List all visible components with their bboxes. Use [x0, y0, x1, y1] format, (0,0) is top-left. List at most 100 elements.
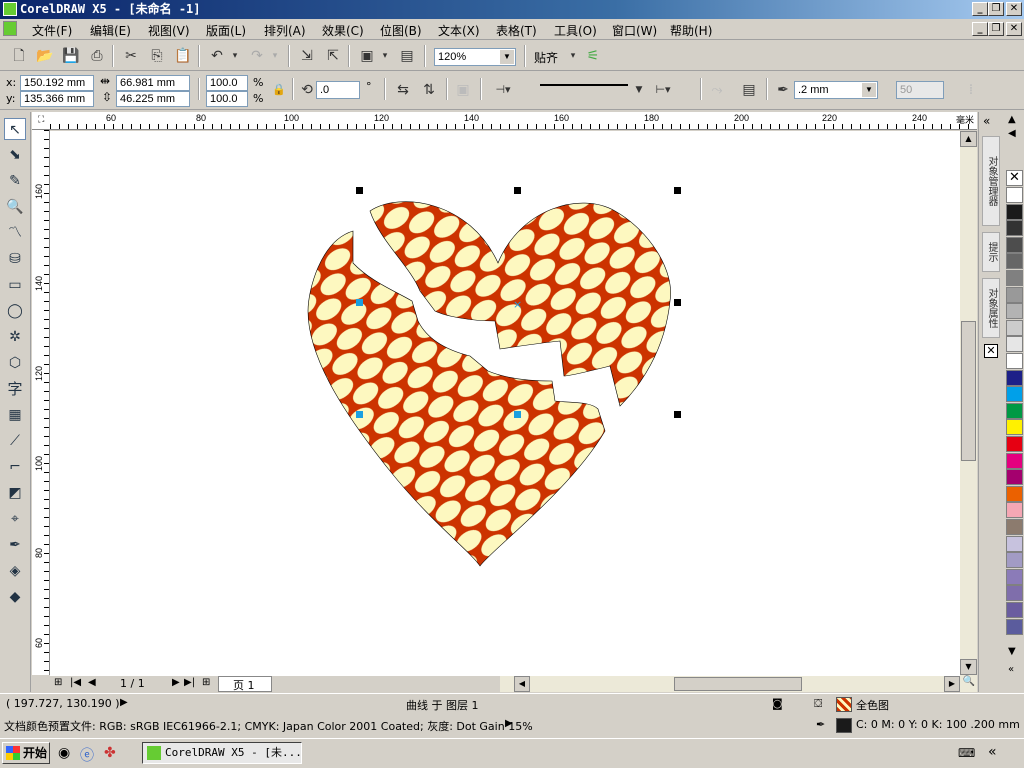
chevron-down-icon[interactable]: ▼ [862, 83, 876, 97]
no-color-swatch[interactable]: ✕ [1006, 170, 1023, 186]
color-swatch[interactable] [1006, 485, 1023, 502]
dimension-tool-icon[interactable]: ⟋ [4, 430, 26, 452]
vertical-scrollbar[interactable]: ▲ ▼ [960, 131, 977, 676]
basic-shapes-tool-icon[interactable]: ⬡ [4, 352, 26, 374]
close-button[interactable]: ✕ [1006, 2, 1022, 16]
vertical-ruler[interactable]: 160 140 120 100 80 60 [32, 130, 50, 675]
rectangle-tool-icon[interactable]: ▭ [4, 274, 26, 296]
drawing-canvas[interactable]: × [50, 131, 961, 676]
last-page-icon[interactable]: ▶| [184, 677, 195, 688]
width-field[interactable]: 66.981 mm [116, 75, 190, 91]
snap-label[interactable]: 贴齐 [534, 49, 558, 66]
freehand-tool-icon[interactable]: 〽 [4, 222, 26, 244]
minimize-button[interactable]: _ [972, 2, 988, 16]
node-handle[interactable] [514, 411, 521, 418]
menu-text[interactable]: 文本(X) [438, 22, 480, 39]
palette-expand-icon[interactable]: « [1008, 664, 1014, 675]
start-arrow-select-icon[interactable]: ⊣▾ [494, 81, 512, 99]
lock-ratio-icon[interactable]: 🔒 [270, 81, 288, 99]
scroll-right-icon[interactable]: ▶ [944, 676, 960, 692]
color-swatch[interactable] [1006, 535, 1023, 552]
profile-arrow-icon[interactable]: ▶ [505, 718, 513, 729]
eyedropper-tool-icon[interactable]: ⌖ [4, 508, 26, 530]
node-handle[interactable] [356, 411, 363, 418]
scale-width-field[interactable]: 100.0 [206, 75, 248, 91]
outline-tool-icon[interactable]: ✒ [4, 534, 26, 556]
table-tool-icon[interactable]: ▦ [4, 404, 26, 426]
menu-help[interactable]: 帮助(H) [670, 22, 712, 39]
horizontal-ruler[interactable]: ⛶ 60 80 100 120 140 160 180 200 220 240 … [32, 112, 977, 130]
docker-close-icon[interactable]: ✕ [984, 344, 998, 358]
scale-height-field[interactable]: 100.0 [206, 91, 248, 107]
blend-tool-icon[interactable]: ◩ [4, 482, 26, 504]
snap-toggle-icon[interactable]: ⚟ [584, 47, 602, 65]
new-icon[interactable]: 🗋 [10, 47, 28, 65]
color-swatch[interactable] [1006, 452, 1023, 469]
color-swatch[interactable] [1006, 419, 1023, 436]
height-field[interactable]: 46.225 mm [116, 91, 190, 107]
menu-view[interactable]: 视图(V) [148, 22, 190, 39]
line-style-dropdown-icon[interactable]: ▼ [630, 81, 648, 99]
first-page-icon[interactable]: |◀ [70, 677, 81, 688]
color-swatch[interactable] [1006, 369, 1023, 386]
palette-menu-icon[interactable]: ◀ [1008, 128, 1016, 139]
miter-limit-field[interactable]: 50 [896, 81, 944, 99]
color-swatch[interactable] [1006, 585, 1023, 602]
print-icon[interactable]: ⎙ [88, 47, 106, 65]
color-swatch[interactable] [1006, 203, 1023, 220]
scroll-up-icon[interactable]: ▲ [960, 131, 977, 147]
center-marker-icon[interactable]: × [513, 298, 522, 311]
color-swatch[interactable] [1006, 220, 1023, 237]
color-swatch[interactable] [1006, 236, 1023, 253]
copy-icon[interactable]: ⎘ [148, 47, 166, 65]
color-profile-info[interactable]: 文档颜色预置文件: RGB: sRGB IEC61966-2.1; CMYK: … [4, 718, 533, 734]
paste-icon[interactable]: 📋 [174, 47, 192, 65]
export-icon[interactable]: ⇱ [324, 47, 342, 65]
crop-tool-icon[interactable]: ✎ [4, 170, 26, 192]
menu-layout[interactable]: 版面(L) [206, 22, 246, 39]
menu-table[interactable]: 表格(T) [496, 22, 537, 39]
menu-bitmaps[interactable]: 位图(B) [380, 22, 422, 39]
cut-icon[interactable]: ✂ [122, 47, 140, 65]
fill-tool-icon[interactable]: ◈ [4, 560, 26, 582]
zoom-select[interactable]: 120% ▼ [434, 48, 516, 66]
ellipse-tool-icon[interactable]: ◯ [4, 300, 26, 322]
restore-button[interactable]: ❐ [988, 2, 1004, 16]
close-curve-icon[interactable]: ⤳ [708, 81, 726, 99]
palette-scroll-up-icon[interactable]: ▲ [1008, 114, 1016, 125]
selection-handle[interactable] [514, 187, 521, 194]
tab-hints[interactable]: 提示 [982, 232, 1000, 272]
mirror-horizontal-icon[interactable]: ⇆ [394, 81, 412, 99]
color-swatch[interactable] [1006, 402, 1023, 419]
redo-dropdown-icon[interactable]: ▾ [266, 47, 284, 65]
selection-handle[interactable] [674, 411, 681, 418]
doc-restore-button[interactable]: ❐ [988, 22, 1004, 36]
node-handle[interactable] [356, 299, 363, 306]
color-swatch[interactable] [1006, 602, 1023, 618]
import-icon[interactable]: ⇲ [298, 47, 316, 65]
horizontal-scroll-thumb[interactable] [674, 677, 802, 691]
color-swatch[interactable] [1006, 253, 1023, 270]
ruler-origin-icon[interactable]: ⛶ [38, 114, 44, 125]
snap-status-icon[interactable]: ◙ [772, 697, 783, 710]
end-arrow-select-icon[interactable]: ⊢▾ [654, 81, 672, 99]
outline-width-select[interactable]: .2 mm ▼ [794, 81, 878, 99]
color-swatch[interactable] [1006, 469, 1023, 486]
chrome-icon[interactable]: ◉ [58, 745, 70, 761]
add-page-before-icon[interactable]: ⊞ [54, 677, 62, 688]
mirror-vertical-icon[interactable]: ⇅ [420, 81, 438, 99]
selection-handle[interactable] [674, 299, 681, 306]
wrap-text-icon[interactable]: ▤ [740, 81, 758, 99]
color-swatch[interactable] [1006, 353, 1023, 369]
smart-fill-tool-icon[interactable]: ⛁ [4, 248, 26, 270]
selection-handle[interactable] [356, 187, 363, 194]
snap-dropdown-icon[interactable]: ▾ [564, 47, 582, 65]
doc-minimize-button[interactable]: _ [972, 22, 988, 36]
prev-page-icon[interactable]: ◀ [88, 677, 96, 688]
color-swatch[interactable] [1006, 336, 1023, 353]
connector-tool-icon[interactable]: ⌐ [4, 456, 26, 478]
ie-icon[interactable]: ⓔ [80, 745, 94, 765]
rotation-angle-field[interactable]: .0 [316, 81, 360, 99]
text-tool-icon[interactable]: 字 [4, 378, 26, 400]
chevron-down-icon[interactable]: ▼ [500, 50, 514, 64]
